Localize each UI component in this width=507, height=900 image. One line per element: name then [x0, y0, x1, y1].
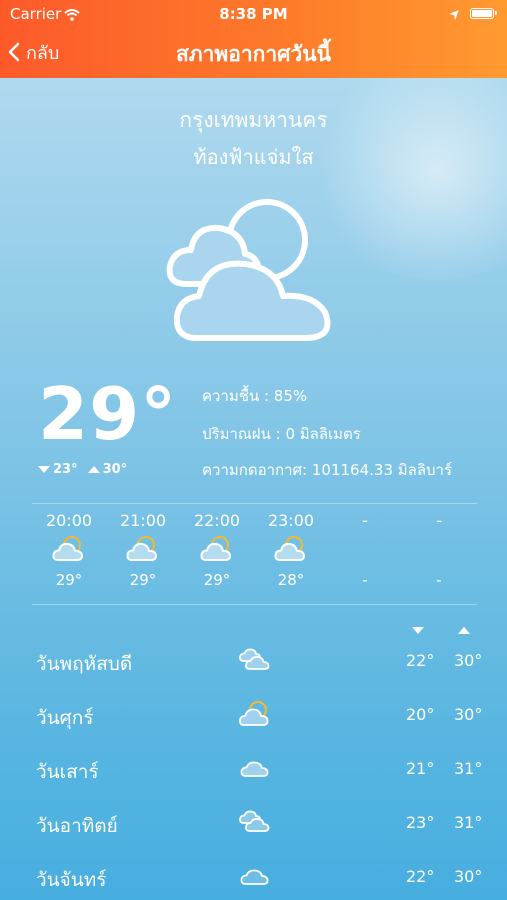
hourly-time: 23:00	[267, 511, 315, 530]
day-low: 20°	[406, 705, 435, 724]
hourly-temp: 29°	[129, 571, 157, 589]
weather-condition: ท้องฟ้าแจ่มใส	[193, 145, 314, 169]
low-column-header	[412, 620, 427, 639]
cloud-sun-icon	[165, 192, 337, 356]
location-arrow-icon	[448, 7, 460, 25]
day-low: 22°	[406, 867, 435, 886]
day-high: 30°	[454, 867, 483, 886]
day-high: 30°	[454, 651, 483, 670]
day-name: วันจันทร์	[36, 869, 107, 891]
hourly-item: 23:00 28°	[254, 504, 328, 589]
arrow-down-icon	[412, 627, 424, 634]
clouds-icon	[238, 645, 272, 679]
current-temperature: 29°	[38, 372, 178, 456]
day-name: วันอาทิตย์	[36, 815, 118, 837]
hourly-time: 20:00	[45, 511, 93, 530]
arrow-up-icon	[458, 627, 470, 634]
hourly-item: 21:00 29°	[106, 504, 180, 589]
day-name: วันศุกร์	[36, 707, 94, 729]
day-high: 31°	[454, 759, 483, 778]
city-name: กรุงเทพมหานคร	[179, 108, 328, 132]
page-title: สภาพอากาศวันนี้	[175, 42, 332, 66]
hourly-forecast: 20:00 29° 21:00 29° 22:00 29° 23:00 28° …	[32, 503, 477, 605]
day-high: 30°	[454, 705, 483, 724]
day-name: วันเสาร์	[36, 761, 99, 783]
min-max-temps: 23° 30°	[38, 462, 137, 477]
hourly-time: -	[362, 511, 368, 530]
hourly-temp: 29°	[203, 571, 231, 589]
hourly-item: - -	[328, 504, 402, 589]
status-bar: Carrier 8:38 PM	[0, 5, 507, 25]
daily-row: วันพฤหัสบดี 22° 30°	[0, 648, 507, 679]
hourly-item: 22:00 29°	[180, 504, 254, 589]
cloud-icon	[238, 753, 272, 787]
arrow-up-icon	[87, 466, 100, 473]
battery-icon	[470, 8, 497, 19]
high-column-header	[458, 620, 473, 639]
header-bar: Carrier 8:38 PM กลับ สภาพอากาศวันนี้	[0, 0, 507, 78]
rainfall-text: ปริมาณฝน : 0 มิลลิเมตร	[202, 425, 361, 443]
cloud-icon	[238, 861, 272, 895]
daily-row: วันศุกร์ 20° 30°	[0, 701, 507, 733]
humidity-text: ความชื้น : 85%	[202, 387, 308, 405]
hourly-temp: -	[436, 571, 442, 589]
hourly-temp: -	[362, 571, 368, 589]
cloud-sun-icon	[254, 533, 328, 565]
cloud-sun-icon	[238, 699, 272, 733]
max-temp: 30°	[87, 462, 127, 477]
daily-row: วันจันทร์ 22° 30°	[0, 865, 507, 895]
hourly-time: 22:00	[193, 511, 241, 530]
day-high: 31°	[454, 813, 483, 832]
day-low: 22°	[406, 651, 435, 670]
day-low: 21°	[406, 759, 435, 778]
pressure-text: ความกดอากาศ: 101164.33 มิลลิบาร์	[202, 461, 453, 479]
hourly-item: - -	[402, 504, 476, 589]
cloud-sun-icon	[180, 533, 254, 565]
hourly-item: 20:00 29°	[32, 504, 106, 589]
hourly-temp: 29°	[55, 571, 83, 589]
hourly-time: 21:00	[119, 511, 167, 530]
cloud-sun-icon	[32, 533, 106, 565]
cloud-sun-icon	[106, 533, 180, 565]
day-name: วันพฤหัสบดี	[36, 653, 133, 675]
hourly-temp: 28°	[277, 571, 305, 589]
status-time: 8:38 PM	[219, 5, 288, 23]
weather-screen: Carrier 8:38 PM กลับ สภาพอากาศวันนี้ กรุ…	[0, 0, 507, 900]
min-temp: 23°	[38, 462, 78, 477]
hourly-time: -	[436, 511, 442, 530]
day-low: 23°	[406, 813, 435, 832]
clouds-icon	[238, 807, 272, 841]
arrow-down-icon	[38, 466, 50, 473]
daily-row: วันเสาร์ 21° 31°	[0, 757, 507, 787]
daily-row: วันอาทิตย์ 23° 31°	[0, 810, 507, 841]
